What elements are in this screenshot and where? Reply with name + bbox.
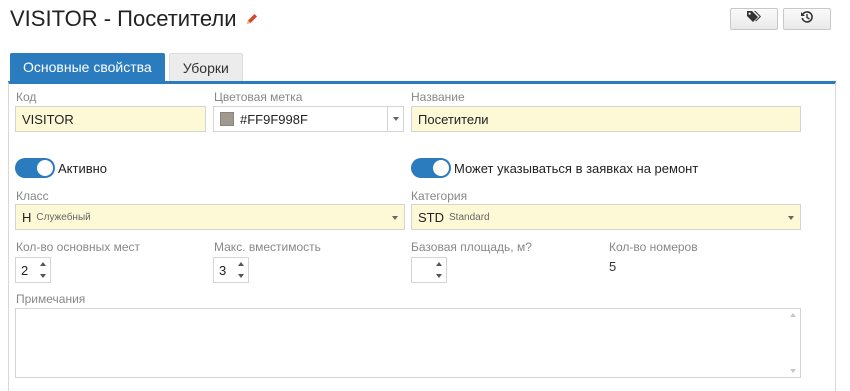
category-code: STD bbox=[418, 209, 444, 225]
class-desc: Служебный bbox=[36, 211, 91, 223]
scroll-down-icon[interactable] bbox=[790, 369, 796, 373]
stepper-arrows bbox=[435, 262, 442, 278]
color-swatch bbox=[220, 112, 234, 126]
color-dropdown-arrow[interactable] bbox=[387, 107, 403, 131]
main-places-value: 2 bbox=[21, 262, 29, 278]
increment-icon[interactable] bbox=[435, 262, 442, 266]
class-code: Н bbox=[22, 209, 32, 225]
repair-toggle[interactable] bbox=[411, 158, 451, 178]
history-icon bbox=[800, 10, 814, 29]
repair-toggle-label: Может указываться в заявках на ремонт bbox=[454, 161, 699, 176]
name-value: Посетители bbox=[418, 111, 489, 127]
color-label: Цветовая метка bbox=[214, 90, 303, 104]
color-value: #FF9F998F bbox=[240, 111, 308, 127]
notes-label: Примечания bbox=[16, 292, 86, 306]
page-title-text: VISITOR - Посетители bbox=[10, 6, 237, 31]
increment-icon[interactable] bbox=[237, 262, 244, 266]
active-toggle[interactable] bbox=[15, 158, 55, 178]
category-desc: Standard bbox=[449, 211, 490, 223]
tab-cleanings[interactable]: Уборки bbox=[168, 53, 243, 81]
code-value: VISITOR bbox=[22, 111, 74, 127]
stepper-arrows bbox=[39, 262, 46, 278]
tags-button[interactable] bbox=[730, 8, 778, 30]
stepper-arrows bbox=[237, 262, 244, 278]
rooms-count-label: Кол-во номеров bbox=[609, 240, 698, 254]
notes-textarea[interactable] bbox=[15, 308, 801, 378]
active-toggle-label: Активно bbox=[58, 161, 108, 176]
base-area-label: Базовая площадь, м? bbox=[411, 240, 532, 254]
increment-icon[interactable] bbox=[39, 262, 46, 266]
code-label: Код bbox=[16, 90, 37, 104]
tab-main-properties[interactable]: Основные свойства bbox=[10, 53, 165, 81]
max-capacity-label: Макс. вместимость bbox=[214, 240, 321, 254]
toggle-knob bbox=[433, 160, 449, 176]
category-label: Категория bbox=[411, 189, 468, 203]
main-places-stepper[interactable]: 2 bbox=[15, 257, 51, 283]
chevron-down-icon bbox=[788, 216, 794, 220]
max-capacity-stepper[interactable]: 3 bbox=[213, 257, 249, 283]
decrement-icon[interactable] bbox=[237, 274, 244, 278]
scroll-up-icon[interactable] bbox=[790, 313, 796, 317]
rooms-count-value: 5 bbox=[609, 259, 617, 274]
page-title: VISITOR - Посетители bbox=[10, 6, 259, 32]
history-button[interactable] bbox=[783, 8, 831, 30]
tab-bar: Основные свойства Уборки bbox=[10, 53, 247, 81]
category-select[interactable]: STD Standard bbox=[411, 204, 801, 230]
max-capacity-value: 3 bbox=[219, 262, 227, 278]
name-input[interactable]: Посетители bbox=[411, 106, 801, 132]
pencil-icon[interactable] bbox=[245, 12, 259, 26]
class-label: Класс bbox=[16, 189, 49, 203]
class-select[interactable]: Н Служебный bbox=[15, 204, 405, 230]
tags-icon bbox=[746, 10, 762, 28]
code-input[interactable]: VISITOR bbox=[15, 106, 206, 132]
base-area-stepper[interactable] bbox=[411, 257, 447, 283]
name-label: Название bbox=[411, 90, 465, 104]
toggle-knob bbox=[37, 160, 53, 176]
color-picker[interactable]: #FF9F998F bbox=[213, 106, 404, 132]
main-places-label: Кол-во основных мест bbox=[16, 240, 141, 254]
decrement-icon[interactable] bbox=[435, 274, 442, 278]
decrement-icon[interactable] bbox=[39, 274, 46, 278]
chevron-down-icon bbox=[392, 117, 399, 121]
chevron-down-icon bbox=[392, 216, 398, 220]
